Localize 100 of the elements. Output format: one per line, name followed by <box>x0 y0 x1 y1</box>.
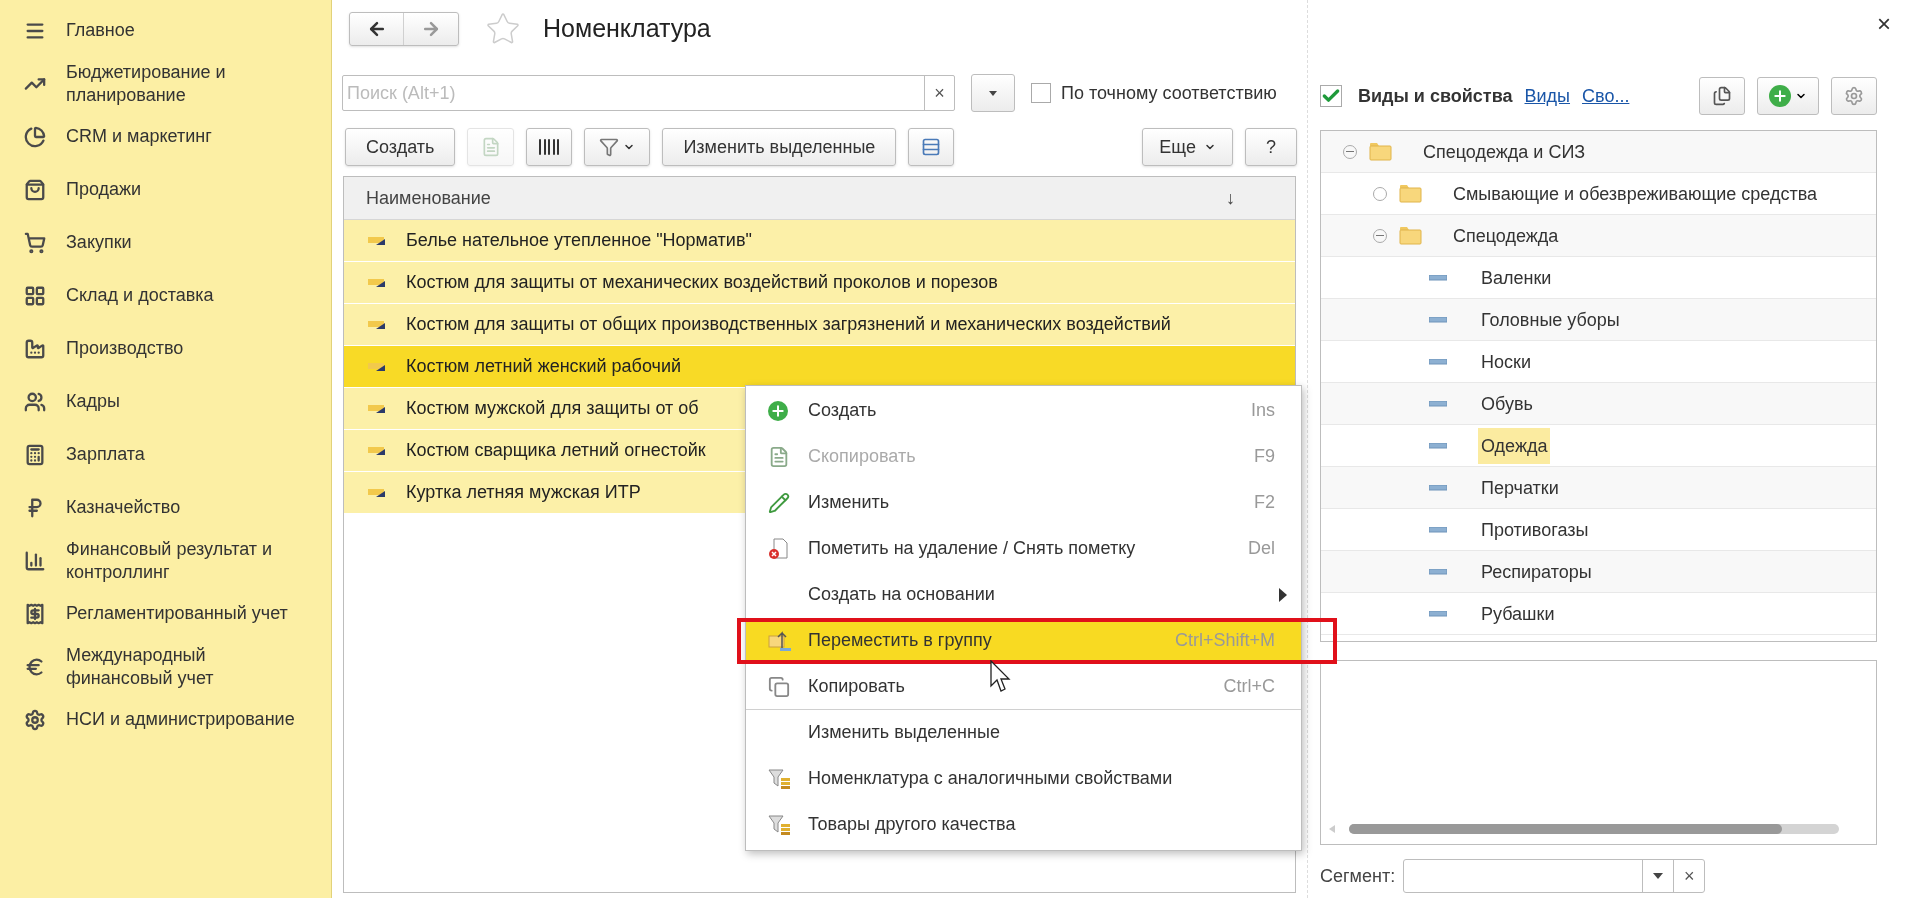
search-field[interactable]: Поиск (Alt+1) × <box>342 75 955 111</box>
menu-item[interactable]: Товары другого качества <box>746 802 1301 848</box>
clear-button[interactable]: × <box>1673 860 1705 892</box>
tree-row[interactable]: Рубашки <box>1321 593 1876 635</box>
dash-icon <box>1429 484 1447 491</box>
settings-icon <box>1844 86 1864 106</box>
tree-label: Противогазы <box>1480 518 1590 542</box>
sidebar-item[interactable]: Казначейство <box>0 481 331 534</box>
tree-row[interactable]: Перчатки <box>1321 467 1876 509</box>
help-button[interactable]: ? <box>1245 128 1297 166</box>
column-header[interactable]: Наименование ↓ <box>344 177 1295 220</box>
sidebar-item[interactable]: Производство <box>0 322 331 375</box>
cart-icon <box>24 231 46 254</box>
sidebar-item[interactable]: Финансовый результат и контроллинг <box>0 534 331 587</box>
menu-item[interactable]: Номенклатура с аналогичными свойствами <box>746 756 1301 802</box>
sidebar-item[interactable]: Кадры <box>0 375 331 428</box>
table-row[interactable]: Костюм для защиты от общих производственных загрязнений и механических воздействий <box>344 304 1295 346</box>
sidebar-item[interactable]: Склад и доставка <box>0 269 331 322</box>
tree-row[interactable]: Спецодежда <box>1321 215 1876 257</box>
dash-icon <box>1429 358 1447 365</box>
tree-row[interactable]: Обувь <box>1321 383 1876 425</box>
menu-item[interactable]: Создать на основании <box>746 572 1301 618</box>
tree-label: Рубашки <box>1480 602 1556 626</box>
bag-icon <box>24 178 46 201</box>
copy-icon <box>768 675 790 698</box>
tree-label: Носки <box>1480 350 1532 374</box>
filter-list-icon <box>768 813 792 836</box>
tree-label: Перчатки <box>1480 476 1560 500</box>
barcode-search-button[interactable] <box>526 128 573 166</box>
toolbar-button[interactable]: Изменить выделенные <box>662 128 897 166</box>
link[interactable]: Сво... <box>1582 82 1630 110</box>
folder-icon <box>1369 142 1392 161</box>
menu-item[interactable]: Пометить на удаление / Снять пометку Del <box>746 526 1301 572</box>
field-label: Сегмент: <box>1320 864 1396 888</box>
list-button[interactable] <box>908 128 955 166</box>
forward-icon <box>421 19 441 39</box>
pie-chart-icon <box>24 125 46 148</box>
link[interactable]: Виды <box>1524 82 1570 110</box>
item-icon <box>368 445 386 456</box>
tree-label: Валенки <box>1480 266 1553 290</box>
tree-label: Респираторы <box>1480 560 1593 584</box>
copy-button[interactable] <box>1699 77 1745 115</box>
close-button[interactable]: × <box>1877 6 1891 42</box>
settings-button[interactable] <box>1831 77 1877 115</box>
dash-icon <box>1429 274 1447 281</box>
sort-arrow: ↓ <box>1226 186 1235 210</box>
sidebar-item[interactable]: Зарплата <box>0 428 331 481</box>
plus-icon <box>768 400 788 421</box>
tree-label: Смывающие и обезвреживающие средства <box>1452 182 1819 206</box>
segment-field[interactable]: × <box>1403 859 1706 893</box>
menu-item[interactable]: Создать Ins <box>746 388 1301 434</box>
dash-icon <box>1429 568 1447 575</box>
table-row[interactable]: Костюм для защиты от механических воздействий проколов и порезов <box>344 262 1295 304</box>
sidebar-item[interactable]: Бюджетирование и планирование <box>0 57 331 110</box>
grid-icon <box>24 284 46 307</box>
sidebar-item[interactable]: Продажи <box>0 163 331 216</box>
tree-label: Обувь <box>1480 392 1534 416</box>
mouse-pointer-icon <box>990 660 1012 694</box>
menu-item[interactable]: Изменить F2 <box>746 480 1301 526</box>
dash-icon <box>1429 442 1447 449</box>
menu-item[interactable]: Изменить выделенные <box>746 710 1301 756</box>
dash-icon <box>1429 610 1447 617</box>
copy-icon <box>1712 86 1732 106</box>
tree-row[interactable]: Спецодежда и СИЗ <box>1321 131 1876 173</box>
sidebar-item[interactable]: Регламентированный учет <box>0 587 331 640</box>
sidebar-item[interactable]: Международный финансовый учет <box>0 640 331 693</box>
sidebar-item[interactable]: Закупки <box>0 216 331 269</box>
item-icon <box>368 235 386 246</box>
factory-icon <box>24 337 46 360</box>
section-title: Виды и свойства <box>1358 84 1513 108</box>
checkbox[interactable] <box>1031 83 1051 103</box>
checkbox-label: По точному соответствию <box>1061 81 1277 105</box>
checkbox[interactable] <box>1320 85 1342 107</box>
sidebar-item[interactable]: НСИ и администрирование <box>0 693 331 746</box>
plus-icon <box>1769 85 1791 107</box>
sidebar-item[interactable]: CRM и маркетинг <box>0 110 331 163</box>
tree-row[interactable]: Респираторы <box>1321 551 1876 593</box>
item-icon <box>368 361 386 372</box>
shortcut: Ctrl+C <box>1223 675 1275 698</box>
caret-icon <box>1653 873 1664 879</box>
calculator-icon <box>24 443 46 466</box>
table-row[interactable]: Костюм летний женский рабочий <box>344 346 1295 388</box>
tree-label: Одежда <box>1478 427 1551 464</box>
shortcut: F2 <box>1254 491 1275 514</box>
table-row[interactable]: Белье нательное утепленное "Норматив" <box>344 220 1295 262</box>
tree-row[interactable]: Головные уборы <box>1321 299 1876 341</box>
clear-button[interactable]: × <box>924 76 954 110</box>
folder-move-icon <box>768 629 792 652</box>
sidebar-item[interactable]: Главное <box>0 4 331 57</box>
submenu-arrow-icon <box>1279 587 1287 602</box>
item-icon <box>368 403 386 414</box>
settings-icon <box>24 708 46 731</box>
filter-button[interactable] <box>584 128 651 166</box>
tree-label: Спецодежда и СИЗ <box>1422 140 1587 164</box>
toolbar-button[interactable]: Создать <box>345 128 456 166</box>
shortcut: Del <box>1248 537 1275 560</box>
more-button[interactable]: Еще <box>1142 128 1233 166</box>
folder-icon <box>1399 184 1422 203</box>
add-button[interactable] <box>1757 77 1819 115</box>
dash-icon <box>1429 526 1447 533</box>
